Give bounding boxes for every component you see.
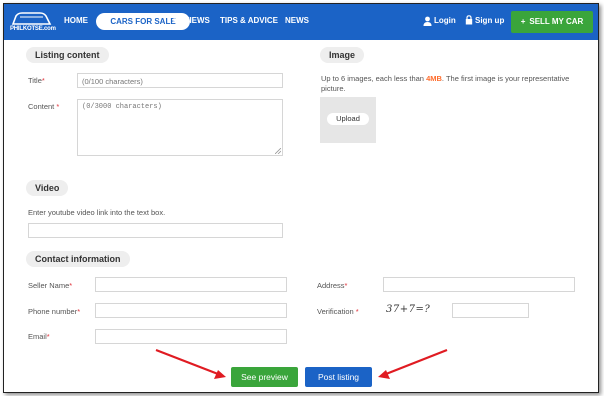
browser-frame: PHILKOTSE.com HOME CARS FOR SALE REVIEWS… bbox=[3, 3, 599, 393]
arrow-right-icon bbox=[378, 348, 448, 379]
annotation-arrows bbox=[155, 348, 448, 379]
arrow-left-icon bbox=[155, 348, 226, 379]
